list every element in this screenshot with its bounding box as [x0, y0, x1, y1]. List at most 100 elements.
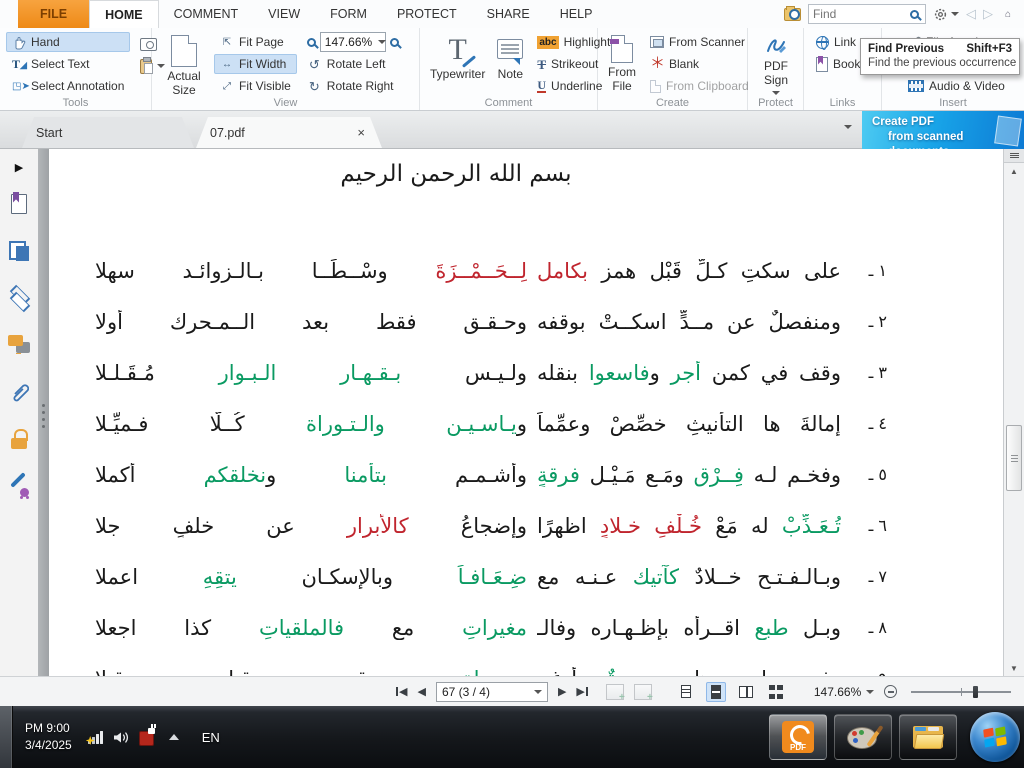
- audio-video-button[interactable]: Audio & Video: [902, 76, 1015, 96]
- rotate-left-button[interactable]: ↺Rotate Left: [301, 54, 405, 74]
- audio-video-label: Audio & Video: [929, 79, 1005, 93]
- continuous-facing-layout-button[interactable]: [766, 682, 786, 702]
- show-desktop-button[interactable]: [0, 706, 13, 768]
- ribbon-tab-comment[interactable]: COMMENT: [159, 0, 254, 28]
- group-label-links: Links: [804, 97, 881, 109]
- find-options-button[interactable]: [933, 7, 959, 22]
- find-input[interactable]: [809, 7, 910, 21]
- windows-logo-icon: [983, 727, 1007, 747]
- panel-splitter[interactable]: [38, 149, 49, 676]
- scrollbar-thumb[interactable]: [1006, 425, 1022, 491]
- zoom-in-icon[interactable]: [390, 38, 399, 47]
- foxit-pdf-icon: [782, 721, 814, 753]
- poem-segment: ومَـع مَـيْـلِ: [580, 463, 694, 487]
- scroll-down-icon[interactable]: ▼: [1004, 660, 1024, 676]
- from-scanner-button[interactable]: From Scanner: [644, 32, 755, 52]
- security-panel-icon: [11, 429, 27, 449]
- fit-width-button[interactable]: ↔Fit Width: [214, 54, 297, 74]
- fit-visible-button[interactable]: ⤢Fit Visible: [214, 76, 297, 96]
- ribbon-tab-help[interactable]: HELP: [545, 0, 608, 28]
- poem-segment: عـنـه مع: [537, 565, 633, 589]
- ribbon-tab-share[interactable]: SHARE: [472, 0, 545, 28]
- typewriter-button[interactable]: T Typewriter: [426, 32, 489, 85]
- underline-icon: U: [537, 79, 546, 93]
- close-icon[interactable]: ×: [354, 125, 368, 140]
- split-view-handle[interactable]: [1004, 149, 1024, 163]
- single-page-layout-button[interactable]: [676, 682, 696, 702]
- note-button[interactable]: Note: [493, 32, 527, 85]
- scroll-up-icon[interactable]: ▲: [1004, 163, 1024, 179]
- attachments-panel-button[interactable]: [0, 368, 38, 415]
- zoom-out-icon[interactable]: [307, 38, 316, 47]
- expand-panel-button[interactable]: ▶: [0, 154, 38, 180]
- zoom-slider-handle[interactable]: [973, 686, 978, 698]
- hand-tool-button[interactable]: Hand: [6, 32, 130, 52]
- taskbar-clock[interactable]: PM 9:00 3/4/2025: [25, 720, 72, 755]
- last-page-button[interactable]: ▶: [576, 685, 587, 698]
- zoom-combo[interactable]: 147.66%: [320, 32, 386, 52]
- blank-button[interactable]: ＊Blank: [644, 54, 755, 74]
- network-icon[interactable]: [88, 730, 104, 744]
- ribbon-tab-form[interactable]: FORM: [315, 0, 382, 28]
- comments-panel-button[interactable]: [0, 321, 38, 368]
- poem-segment: ومنفصلٌ عن مــدٍّ اسكــتْ بوقفه: [537, 310, 841, 334]
- find-box: [808, 4, 926, 24]
- foxit-taskbar-button[interactable]: [769, 714, 827, 760]
- scrollbar-track[interactable]: [1004, 179, 1024, 660]
- from-file-button[interactable]: From File: [604, 32, 640, 97]
- page-number-field[interactable]: 67 (3 / 4): [436, 682, 548, 702]
- create-pdf-banner[interactable]: Create PDF from scanned documents: [862, 111, 1024, 149]
- search-icon[interactable]: [910, 10, 919, 19]
- ribbon-tab-view[interactable]: VIEW: [253, 0, 315, 28]
- chevron-down-icon[interactable]: [866, 690, 874, 694]
- note-icon: [497, 39, 523, 59]
- language-indicator[interactable]: EN: [202, 730, 220, 745]
- volume-icon[interactable]: [113, 730, 130, 745]
- group-label-tools: Tools: [0, 97, 151, 109]
- explorer-taskbar-button[interactable]: [899, 714, 957, 760]
- find-folder-icon[interactable]: [784, 8, 801, 21]
- zoom-out-icon[interactable]: [884, 685, 897, 698]
- security-panel-button[interactable]: [0, 415, 38, 462]
- next-page-button[interactable]: ▶: [558, 685, 566, 698]
- find-next-button[interactable]: ▷: [983, 6, 993, 22]
- collapse-ribbon-button[interactable]: ⌂: [1000, 7, 1016, 22]
- fit-page-button[interactable]: ⇱Fit Page: [214, 32, 297, 52]
- vertical-scrollbar[interactable]: ▲ ▼: [1003, 149, 1024, 676]
- start-button[interactable]: [970, 712, 1020, 762]
- pdf-sign-icon: [765, 35, 787, 57]
- signature-panel-button[interactable]: [0, 462, 38, 509]
- rotate-left-icon: ↺: [307, 58, 322, 71]
- layers-panel-button[interactable]: [0, 274, 38, 321]
- paint-taskbar-button[interactable]: [834, 714, 892, 760]
- poem-line-number: ٤ ـ: [851, 414, 887, 433]
- pages-panel-button[interactable]: [0, 227, 38, 274]
- select-annotation-label: Select Annotation: [31, 79, 124, 93]
- first-page-button[interactable]: ◀: [396, 685, 407, 698]
- tab-start[interactable]: Start: [22, 117, 194, 148]
- select-text-button[interactable]: T◢ Select Text: [6, 54, 130, 74]
- zoom-slider[interactable]: [911, 691, 1011, 693]
- tab-list-dropdown-icon[interactable]: [844, 125, 852, 129]
- from-scanner-label: From Scanner: [669, 35, 745, 49]
- find-previous-button[interactable]: ◁: [966, 6, 976, 22]
- rotate-right-button[interactable]: ↻Rotate Right: [301, 76, 405, 96]
- show-hidden-icons[interactable]: [169, 734, 179, 740]
- pdf-page[interactable]: بسم الله الرحمن الرحيم ١ ـعلى سكتِ كـلِّ…: [49, 149, 1003, 676]
- bookmarks-panel-button[interactable]: [0, 180, 38, 227]
- continuous-layout-button[interactable]: [706, 682, 726, 702]
- ribbon-tab-home[interactable]: HOME: [89, 0, 159, 28]
- prev-page-button[interactable]: ◀: [417, 685, 425, 698]
- from-scanner-icon: [650, 36, 664, 48]
- poem-line-number: ٧ ـ: [851, 567, 887, 586]
- tab-07pdf[interactable]: 07.pdf ×: [196, 117, 382, 148]
- ribbon-tab-file[interactable]: FILE: [18, 0, 89, 28]
- facing-layout-button[interactable]: [736, 682, 756, 702]
- power-plug-icon[interactable]: [139, 731, 154, 746]
- actual-size-button[interactable]: Actual Size: [158, 32, 210, 101]
- select-annotation-button[interactable]: ◳➤ Select Annotation: [6, 76, 130, 96]
- pdf-sign-button[interactable]: PDF Sign: [754, 32, 798, 98]
- poem-line: ٨ ـوبـل طبع اقــرأه بإظـهـاره وفالـمغيرا…: [49, 602, 1003, 653]
- ribbon-tab-protect[interactable]: PROTECT: [382, 0, 472, 28]
- poem-hemistich-right: وبـل طبع اقــرأه بإظـهـاره وفالـ: [537, 616, 841, 640]
